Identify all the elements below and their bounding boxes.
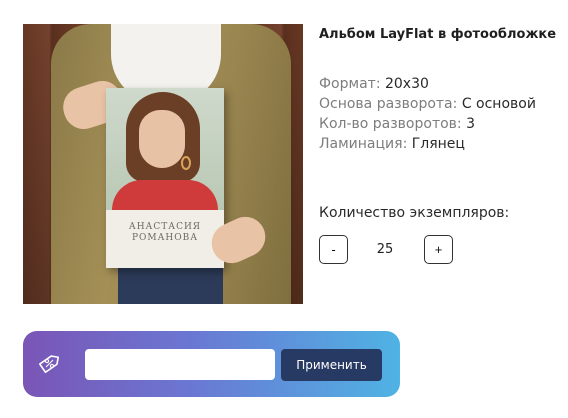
cover-portrait-earring <box>181 156 191 170</box>
quantity-label: Количество экземпляров: <box>319 205 510 221</box>
product-photo: АНАСТАСИЯ РОМАНОВА <box>23 24 303 304</box>
quantity-value: 25 <box>376 242 394 257</box>
spec-label: Основа разворота <box>319 96 453 112</box>
spec-lamination: Ламинация: Глянец <box>319 136 465 152</box>
photobook-cover-photo <box>106 88 224 210</box>
promo-code-input[interactable] <box>85 349 275 380</box>
spec-spread-count: Кол-во разворотов: 3 <box>319 116 476 132</box>
apply-promo-button[interactable]: Применить <box>281 349 382 381</box>
cover-portrait-dress <box>112 180 218 210</box>
spec-value: 20x30 <box>384 76 429 92</box>
quantity-increase-button[interactable]: + <box>424 235 453 264</box>
spec-value: Глянец <box>411 136 465 152</box>
photobook: АНАСТАСИЯ РОМАНОВА <box>106 88 224 268</box>
spec-label: Формат <box>319 76 376 92</box>
spec-value: 3 <box>466 116 476 132</box>
spec-format: Формат: 20x30 <box>319 76 429 92</box>
spec-label: Ламинация <box>319 136 403 152</box>
discount-percent-icon <box>37 350 63 376</box>
cover-portrait-face <box>139 110 185 168</box>
cover-name-line2: РОМАНОВА <box>131 233 199 243</box>
cover-name-line1: АНАСТАСИЯ <box>128 222 202 232</box>
spec-value: С основой <box>461 96 536 112</box>
quantity-decrease-button[interactable]: - <box>319 235 348 264</box>
spec-spread-base: Основа разворота: С основой <box>319 96 536 112</box>
product-title: Альбом LayFlat в фотообложке <box>319 27 557 42</box>
promo-code-bar: Применить <box>23 331 400 397</box>
spec-label: Кол-во разворотов <box>319 116 457 132</box>
product-specs: Формат: 20x30 Основа разворота: С осново… <box>319 74 536 154</box>
